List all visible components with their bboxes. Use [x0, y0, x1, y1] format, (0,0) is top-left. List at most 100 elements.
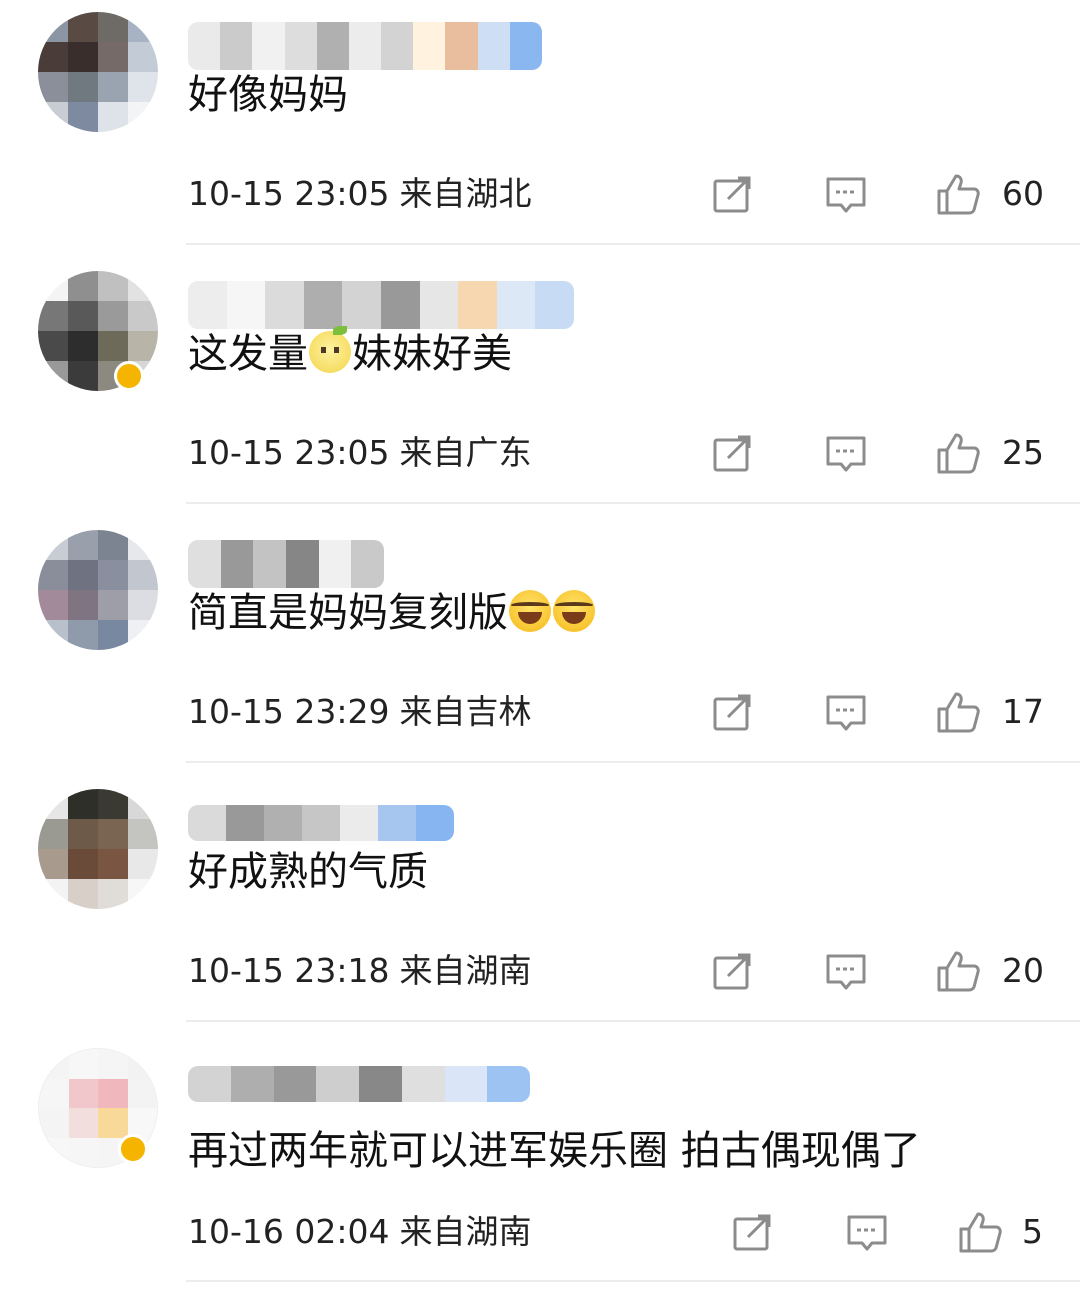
comment-time: 10-15 23:29: [188, 692, 390, 731]
comment-icon[interactable]: [845, 1210, 889, 1254]
username-mosaic-cell: [188, 805, 226, 841]
username-mosaic-cell: [220, 22, 253, 70]
thumbs-up-icon[interactable]: [936, 690, 980, 734]
thumbs-up-icon[interactable]: [958, 1210, 1002, 1254]
avatar-mosaic-cell: [38, 590, 68, 620]
username-mosaic-cell: [226, 281, 266, 329]
avatar-mosaic-cell: [68, 530, 98, 560]
username-mosaic-cell: [535, 281, 574, 329]
username-mosaic-cell: [252, 22, 285, 70]
avatar[interactable]: [38, 12, 158, 132]
avatar-mosaic-cell: [68, 1108, 98, 1138]
comment-meta: 10-16 02:04 来自湖南: [188, 1210, 531, 1254]
username-blurred[interactable]: [188, 22, 542, 70]
comment-meta: 10-15 23:05 来自湖北: [188, 172, 531, 216]
divider: [186, 1280, 1080, 1282]
avatar-mosaic-cell: [98, 72, 128, 102]
username-blurred[interactable]: [188, 540, 384, 588]
avatar-mosaic-cell: [68, 1137, 98, 1167]
avatar-mosaic-cell: [39, 1108, 69, 1138]
avatar-mosaic-cell: [128, 301, 158, 331]
comment-text: 再过两年就可以进军娱乐圈 拍古偶现偶了: [188, 1128, 921, 1174]
like-count: 60: [1002, 174, 1044, 213]
avatar-mosaic-cell: [98, 1049, 128, 1079]
comment-icon[interactable]: [824, 690, 868, 734]
username-blurred[interactable]: [188, 281, 574, 329]
username-mosaic-cell: [340, 805, 378, 841]
comment-item: 这发量 妹妹好美 10-15 23:05 来自广东 25: [0, 259, 1080, 517]
username-blurred[interactable]: [188, 805, 454, 841]
username-mosaic-cell: [188, 1066, 231, 1102]
username-mosaic-cell: [348, 22, 382, 70]
avatar[interactable]: [38, 530, 158, 650]
avatar-mosaic-cell: [98, 301, 128, 331]
comment-icon[interactable]: [824, 949, 868, 993]
thumbs-up-icon[interactable]: [936, 431, 980, 475]
avatar-mosaic-cell: [68, 620, 98, 650]
avatar-mosaic-cell: [128, 72, 158, 102]
avatar-mosaic-cell: [38, 530, 68, 560]
share-icon[interactable]: [710, 172, 754, 216]
avatar-mosaic-cell: [68, 271, 98, 301]
like-count: 17: [1002, 692, 1044, 731]
avatar-mosaic-cell: [68, 819, 98, 849]
laughing-tears-emoji-icon: [509, 590, 551, 632]
comment-icon[interactable]: [824, 431, 868, 475]
laughing-tears-emoji-icon: [553, 590, 595, 632]
avatar-mosaic-cell: [38, 560, 68, 590]
username-mosaic-cell: [226, 805, 264, 841]
avatar-mosaic-cell: [128, 102, 158, 132]
username-mosaic-cell: [496, 281, 536, 329]
avatar-mosaic-cell: [128, 819, 158, 849]
username-mosaic-cell: [401, 1066, 445, 1102]
username-mosaic-cell: [445, 22, 478, 70]
avatar-mosaic-cell: [68, 879, 98, 909]
avatar-mosaic-cell: [128, 620, 158, 650]
username-mosaic-cell: [188, 281, 227, 329]
comment-location: 来自湖南: [399, 1212, 532, 1251]
avatar-mosaic-cell: [39, 1137, 69, 1167]
username-mosaic-cell: [188, 22, 221, 70]
username-mosaic-cell: [444, 1066, 488, 1102]
username-mosaic-cell: [318, 540, 352, 588]
username-mosaic-cell: [188, 540, 221, 588]
comment-location: 来自广东: [399, 433, 532, 472]
verified-badge: [114, 361, 144, 391]
lemon-emoji-icon: [309, 326, 351, 373]
username-mosaic-cell: [316, 22, 349, 70]
thumbs-up-icon[interactable]: [936, 949, 980, 993]
username-mosaic-cell: [264, 805, 302, 841]
username-mosaic-cell: [351, 540, 384, 588]
divider: [186, 502, 1080, 504]
username-mosaic-cell: [220, 540, 254, 588]
username-mosaic-cell: [487, 1066, 530, 1102]
comment-time: 10-15 23:05: [188, 433, 390, 472]
avatar-mosaic-cell: [98, 1078, 128, 1108]
username-blurred[interactable]: [188, 1066, 530, 1102]
divider: [186, 243, 1080, 245]
share-icon[interactable]: [710, 690, 754, 734]
like-count: 5: [1022, 1212, 1043, 1251]
avatar-mosaic-cell: [68, 72, 98, 102]
share-icon[interactable]: [730, 1210, 774, 1254]
comment-time: 10-15 23:05: [188, 174, 390, 213]
comment-text-part: 妹妹好美: [352, 331, 512, 377]
comment-text-part: 简直是妈妈复刻版: [188, 590, 508, 636]
avatar-mosaic-cell: [98, 819, 128, 849]
share-icon[interactable]: [710, 431, 754, 475]
username-mosaic-cell: [230, 1066, 274, 1102]
comment-icon[interactable]: [824, 172, 868, 216]
username-mosaic-cell: [359, 1066, 402, 1102]
avatar-mosaic-cell: [38, 819, 68, 849]
avatar[interactable]: [38, 789, 158, 909]
thumbs-up-icon[interactable]: [936, 172, 980, 216]
username-mosaic-cell: [285, 540, 319, 588]
avatar-mosaic-cell: [98, 1108, 128, 1138]
avatar-mosaic-cell: [98, 530, 128, 560]
share-icon[interactable]: [710, 949, 754, 993]
avatar-mosaic-cell: [127, 1078, 157, 1108]
avatar-mosaic-cell: [38, 102, 68, 132]
avatar-mosaic-cell: [68, 849, 98, 879]
comment-time: 10-16 02:04: [188, 1212, 390, 1251]
avatar-mosaic-cell: [68, 560, 98, 590]
